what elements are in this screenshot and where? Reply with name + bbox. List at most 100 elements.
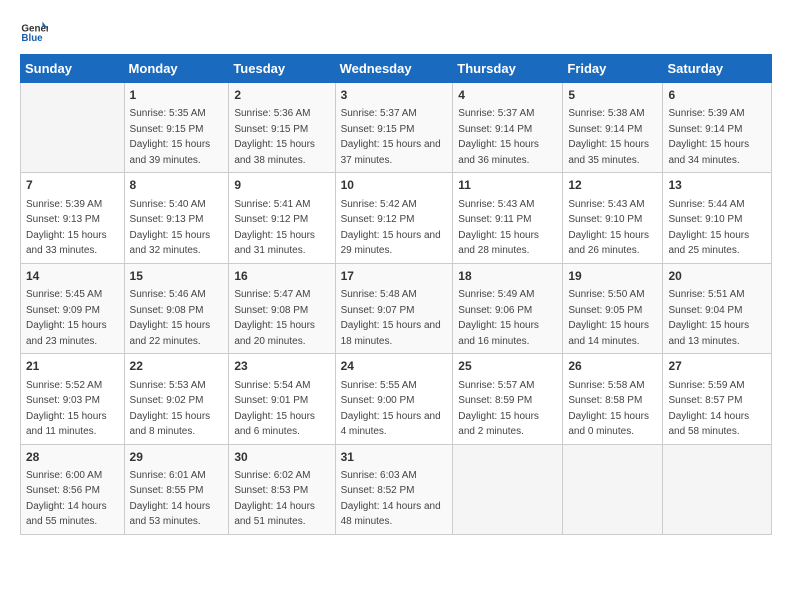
day-sunrise: Sunrise: 5:53 AM bbox=[130, 380, 206, 391]
day-sunset: Sunset: 9:14 PM bbox=[668, 124, 742, 135]
day-number: 4 bbox=[458, 87, 557, 104]
day-sunrise: Sunrise: 5:58 AM bbox=[568, 380, 644, 391]
calendar-week-1: 1 Sunrise: 5:35 AM Sunset: 9:15 PM Dayli… bbox=[21, 83, 772, 173]
day-number: 20 bbox=[668, 268, 766, 285]
day-sunset: Sunset: 9:10 PM bbox=[668, 214, 742, 225]
day-daylight: Daylight: 15 hours and 34 minutes. bbox=[668, 139, 749, 166]
day-daylight: Daylight: 15 hours and 39 minutes. bbox=[130, 139, 211, 166]
day-sunrise: Sunrise: 5:39 AM bbox=[26, 199, 102, 210]
day-daylight: Daylight: 15 hours and 16 minutes. bbox=[458, 320, 539, 347]
day-sunrise: Sunrise: 5:57 AM bbox=[458, 380, 534, 391]
header-day-wednesday: Wednesday bbox=[335, 55, 453, 83]
calendar-cell: 14 Sunrise: 5:45 AM Sunset: 9:09 PM Dayl… bbox=[21, 263, 125, 353]
day-sunrise: Sunrise: 5:41 AM bbox=[234, 199, 310, 210]
day-number: 23 bbox=[234, 358, 329, 375]
calendar-cell: 20 Sunrise: 5:51 AM Sunset: 9:04 PM Dayl… bbox=[663, 263, 772, 353]
day-number: 28 bbox=[26, 449, 119, 466]
day-daylight: Daylight: 15 hours and 31 minutes. bbox=[234, 230, 315, 257]
calendar-week-4: 21 Sunrise: 5:52 AM Sunset: 9:03 PM Dayl… bbox=[21, 354, 772, 444]
day-daylight: Daylight: 15 hours and 18 minutes. bbox=[341, 320, 441, 347]
day-number: 12 bbox=[568, 177, 657, 194]
day-number: 13 bbox=[668, 177, 766, 194]
day-sunset: Sunset: 9:06 PM bbox=[458, 305, 532, 316]
day-sunset: Sunset: 9:07 PM bbox=[341, 305, 415, 316]
day-number: 6 bbox=[668, 87, 766, 104]
day-sunset: Sunset: 9:00 PM bbox=[341, 395, 415, 406]
day-number: 2 bbox=[234, 87, 329, 104]
day-sunrise: Sunrise: 5:40 AM bbox=[130, 199, 206, 210]
day-number: 11 bbox=[458, 177, 557, 194]
day-daylight: Daylight: 15 hours and 33 minutes. bbox=[26, 230, 107, 257]
day-sunset: Sunset: 9:13 PM bbox=[26, 214, 100, 225]
calendar-header-row: SundayMondayTuesdayWednesdayThursdayFrid… bbox=[21, 55, 772, 83]
svg-text:Blue: Blue bbox=[21, 33, 43, 44]
day-sunset: Sunset: 9:14 PM bbox=[458, 124, 532, 135]
calendar-cell: 18 Sunrise: 5:49 AM Sunset: 9:06 PM Dayl… bbox=[453, 263, 563, 353]
calendar-cell: 15 Sunrise: 5:46 AM Sunset: 9:08 PM Dayl… bbox=[124, 263, 229, 353]
day-sunrise: Sunrise: 5:59 AM bbox=[668, 380, 744, 391]
day-sunset: Sunset: 8:53 PM bbox=[234, 485, 308, 496]
day-sunrise: Sunrise: 5:38 AM bbox=[568, 108, 644, 119]
day-sunset: Sunset: 9:12 PM bbox=[341, 214, 415, 225]
day-sunset: Sunset: 9:08 PM bbox=[234, 305, 308, 316]
day-sunset: Sunset: 9:04 PM bbox=[668, 305, 742, 316]
header-day-saturday: Saturday bbox=[663, 55, 772, 83]
day-sunrise: Sunrise: 5:49 AM bbox=[458, 289, 534, 300]
day-number: 8 bbox=[130, 177, 224, 194]
day-sunrise: Sunrise: 5:46 AM bbox=[130, 289, 206, 300]
calendar-week-5: 28 Sunrise: 6:00 AM Sunset: 8:56 PM Dayl… bbox=[21, 444, 772, 534]
calendar-cell: 21 Sunrise: 5:52 AM Sunset: 9:03 PM Dayl… bbox=[21, 354, 125, 444]
day-number: 15 bbox=[130, 268, 224, 285]
day-sunset: Sunset: 8:55 PM bbox=[130, 485, 204, 496]
calendar-cell bbox=[453, 444, 563, 534]
day-sunrise: Sunrise: 6:03 AM bbox=[341, 470, 417, 481]
header-day-thursday: Thursday bbox=[453, 55, 563, 83]
day-sunset: Sunset: 9:15 PM bbox=[130, 124, 204, 135]
day-daylight: Daylight: 15 hours and 37 minutes. bbox=[341, 139, 441, 166]
day-number: 7 bbox=[26, 177, 119, 194]
calendar-cell: 23 Sunrise: 5:54 AM Sunset: 9:01 PM Dayl… bbox=[229, 354, 335, 444]
day-number: 3 bbox=[341, 87, 448, 104]
calendar-cell: 31 Sunrise: 6:03 AM Sunset: 8:52 PM Dayl… bbox=[335, 444, 453, 534]
day-sunset: Sunset: 9:01 PM bbox=[234, 395, 308, 406]
day-sunrise: Sunrise: 5:43 AM bbox=[568, 199, 644, 210]
day-daylight: Daylight: 15 hours and 14 minutes. bbox=[568, 320, 649, 347]
day-sunset: Sunset: 9:02 PM bbox=[130, 395, 204, 406]
calendar-cell bbox=[663, 444, 772, 534]
calendar-cell: 30 Sunrise: 6:02 AM Sunset: 8:53 PM Dayl… bbox=[229, 444, 335, 534]
day-daylight: Daylight: 15 hours and 8 minutes. bbox=[130, 411, 211, 438]
day-daylight: Daylight: 14 hours and 53 minutes. bbox=[130, 501, 211, 528]
calendar-cell: 24 Sunrise: 5:55 AM Sunset: 9:00 PM Dayl… bbox=[335, 354, 453, 444]
day-number: 22 bbox=[130, 358, 224, 375]
day-daylight: Daylight: 14 hours and 55 minutes. bbox=[26, 501, 107, 528]
day-sunset: Sunset: 9:08 PM bbox=[130, 305, 204, 316]
day-sunrise: Sunrise: 5:43 AM bbox=[458, 199, 534, 210]
day-sunrise: Sunrise: 5:42 AM bbox=[341, 199, 417, 210]
day-sunrise: Sunrise: 5:55 AM bbox=[341, 380, 417, 391]
day-daylight: Daylight: 15 hours and 0 minutes. bbox=[568, 411, 649, 438]
calendar-cell: 22 Sunrise: 5:53 AM Sunset: 9:02 PM Dayl… bbox=[124, 354, 229, 444]
day-daylight: Daylight: 15 hours and 32 minutes. bbox=[130, 230, 211, 257]
day-daylight: Daylight: 15 hours and 2 minutes. bbox=[458, 411, 539, 438]
day-sunset: Sunset: 9:10 PM bbox=[568, 214, 642, 225]
day-daylight: Daylight: 15 hours and 29 minutes. bbox=[341, 230, 441, 257]
page-header: General Blue bbox=[20, 16, 772, 44]
calendar-cell: 10 Sunrise: 5:42 AM Sunset: 9:12 PM Dayl… bbox=[335, 173, 453, 263]
calendar-cell: 2 Sunrise: 5:36 AM Sunset: 9:15 PM Dayli… bbox=[229, 83, 335, 173]
day-sunset: Sunset: 8:56 PM bbox=[26, 485, 100, 496]
day-number: 19 bbox=[568, 268, 657, 285]
calendar-cell: 6 Sunrise: 5:39 AM Sunset: 9:14 PM Dayli… bbox=[663, 83, 772, 173]
day-number: 9 bbox=[234, 177, 329, 194]
calendar-cell: 28 Sunrise: 6:00 AM Sunset: 8:56 PM Dayl… bbox=[21, 444, 125, 534]
calendar-cell: 12 Sunrise: 5:43 AM Sunset: 9:10 PM Dayl… bbox=[563, 173, 663, 263]
calendar-cell: 17 Sunrise: 5:48 AM Sunset: 9:07 PM Dayl… bbox=[335, 263, 453, 353]
day-sunrise: Sunrise: 5:37 AM bbox=[458, 108, 534, 119]
calendar-week-3: 14 Sunrise: 5:45 AM Sunset: 9:09 PM Dayl… bbox=[21, 263, 772, 353]
day-daylight: Daylight: 15 hours and 11 minutes. bbox=[26, 411, 107, 438]
calendar-table: SundayMondayTuesdayWednesdayThursdayFrid… bbox=[20, 54, 772, 535]
day-sunrise: Sunrise: 5:35 AM bbox=[130, 108, 206, 119]
day-sunrise: Sunrise: 5:37 AM bbox=[341, 108, 417, 119]
day-number: 10 bbox=[341, 177, 448, 194]
calendar-cell bbox=[563, 444, 663, 534]
logo-icon: General Blue bbox=[20, 16, 48, 44]
